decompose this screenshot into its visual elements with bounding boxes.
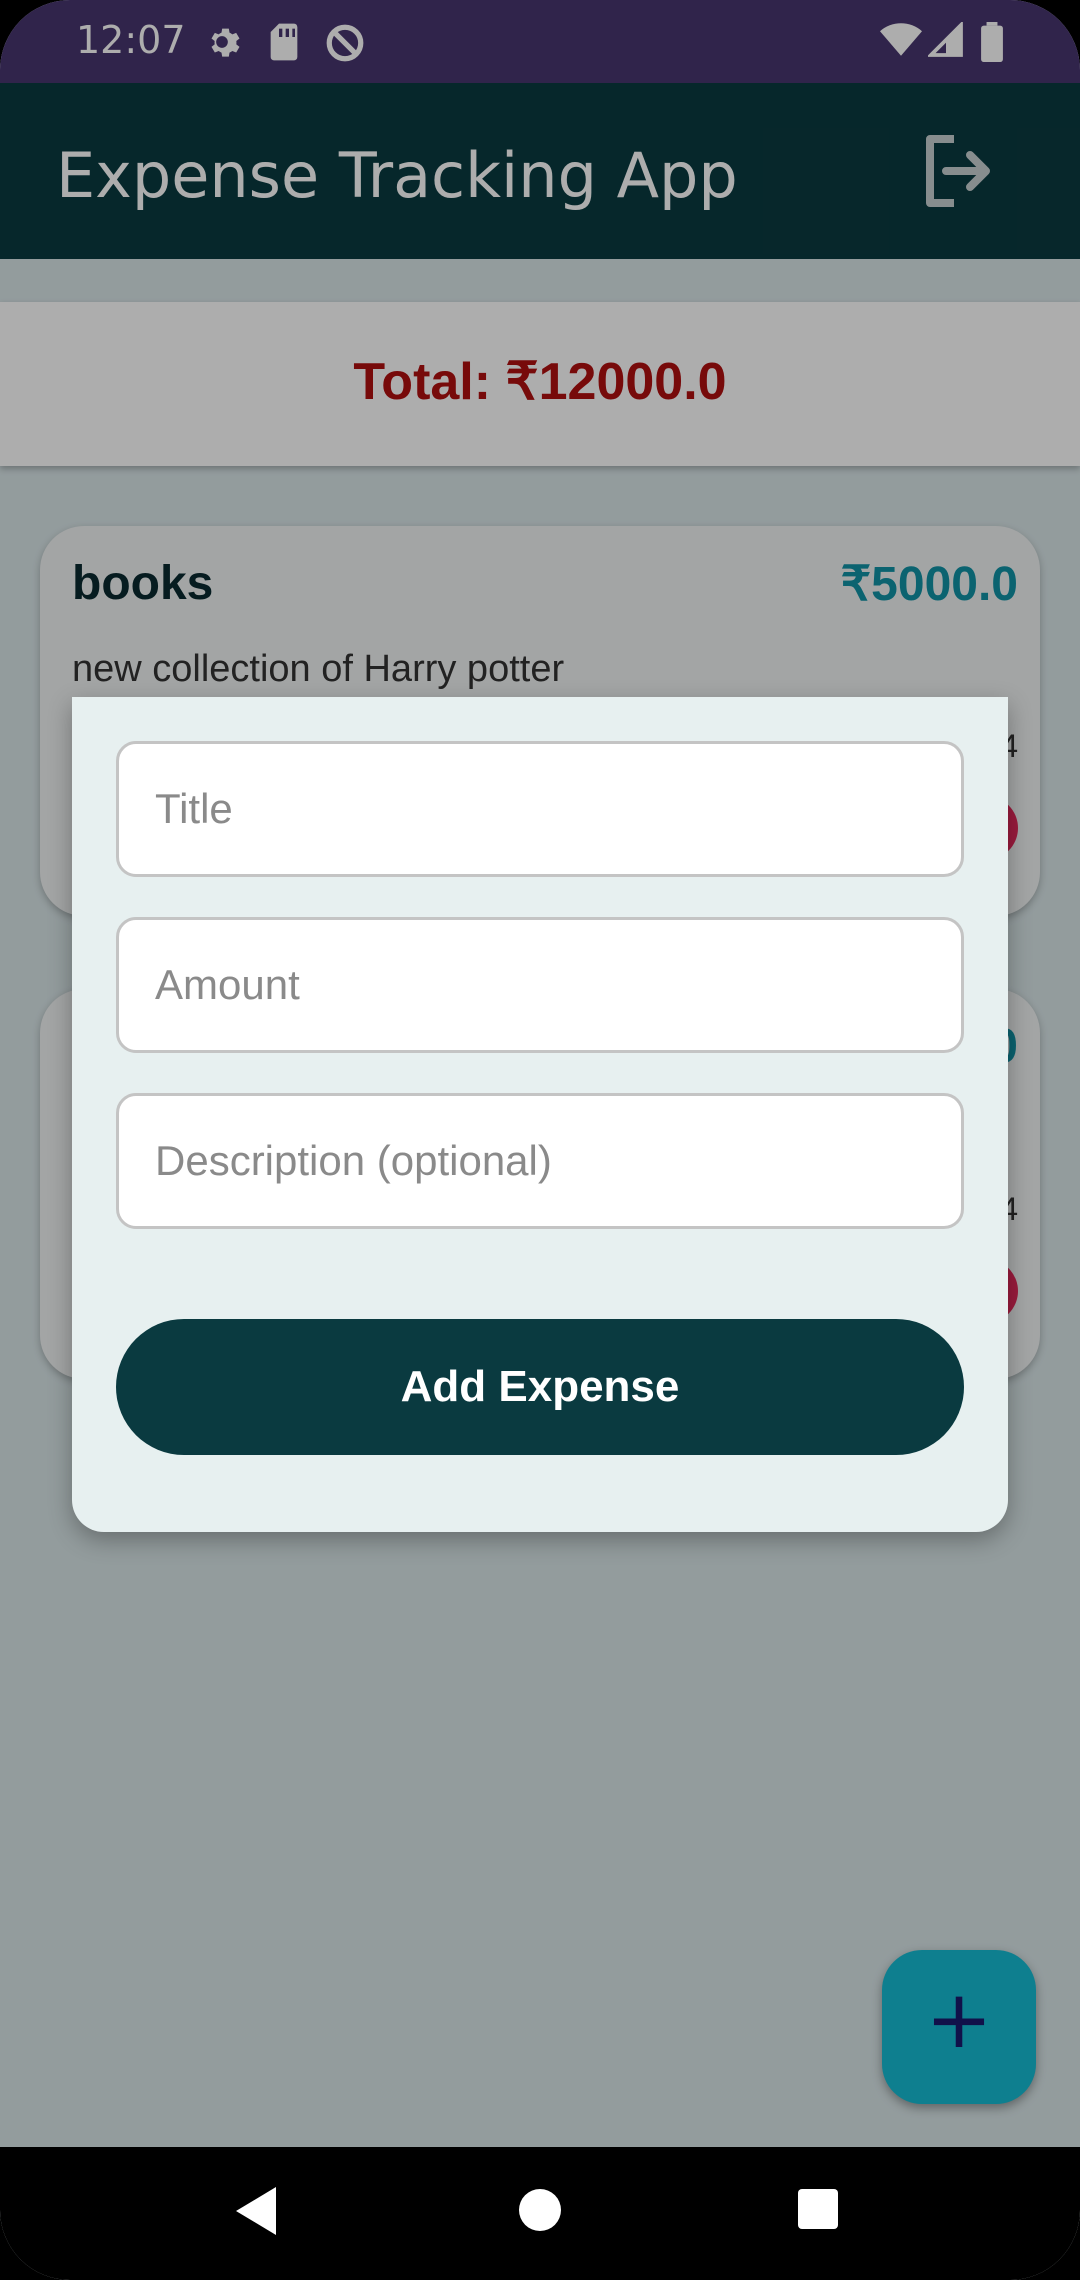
description-field[interactable] (116, 1093, 964, 1229)
recents-icon[interactable] (798, 2189, 838, 2229)
description-input[interactable] (119, 1096, 961, 1226)
home-icon[interactable] (519, 2189, 561, 2231)
title-field[interactable] (116, 741, 964, 877)
navigation-bar (0, 2147, 1080, 2280)
amount-input[interactable] (119, 920, 961, 1050)
add-expense-dialog: Add Expense (72, 697, 1008, 1532)
add-expense-button[interactable]: Add Expense (116, 1319, 964, 1455)
title-input[interactable] (119, 744, 961, 874)
amount-field[interactable] (116, 917, 964, 1053)
phone-screen: 12:07 Expense Tracking App Total: ₹12000… (0, 0, 1080, 2280)
back-icon[interactable] (236, 2187, 276, 2235)
